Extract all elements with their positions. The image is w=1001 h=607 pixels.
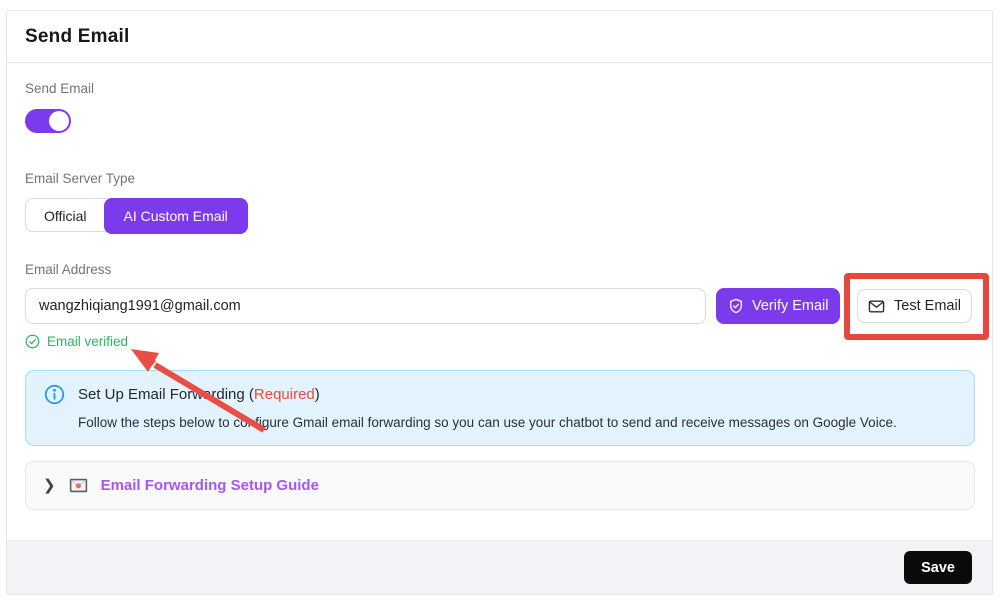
test-email-label: Test Email bbox=[894, 298, 961, 314]
info-title-row: Set Up Email Forwarding (Required) bbox=[44, 384, 954, 405]
email-verified-text: Email verified bbox=[47, 334, 128, 349]
save-button[interactable]: Save bbox=[904, 551, 972, 584]
info-circle-icon bbox=[44, 384, 65, 405]
card-footer: Save bbox=[7, 540, 992, 594]
chevron-right-icon: ❯ bbox=[43, 478, 56, 493]
info-box-title: Set Up Email Forwarding (Required) bbox=[78, 386, 320, 403]
test-email-wrapper: Test Email bbox=[857, 289, 972, 323]
email-row: Verify Email Test Email bbox=[25, 288, 972, 324]
email-server-type-label: Email Server Type bbox=[25, 171, 972, 186]
server-type-option-official[interactable]: Official bbox=[26, 199, 105, 233]
email-address-label: Email Address bbox=[25, 262, 972, 277]
love-letter-icon bbox=[69, 478, 88, 493]
verify-email-label: Verify Email bbox=[752, 298, 829, 314]
card-header: Send Email bbox=[7, 11, 992, 63]
send-email-toggle-label: Send Email bbox=[25, 81, 972, 96]
email-verified-status: Email verified bbox=[25, 334, 972, 349]
page-title: Send Email bbox=[25, 26, 129, 48]
toggle-knob bbox=[49, 111, 69, 131]
info-box-body: Follow the steps below to configure Gmai… bbox=[78, 415, 954, 430]
card-body: Send Email Email Server Type Official AI… bbox=[7, 63, 992, 510]
send-email-toggle[interactable] bbox=[25, 109, 71, 133]
email-address-input[interactable] bbox=[25, 288, 706, 324]
test-email-button[interactable]: Test Email bbox=[857, 289, 972, 323]
guide-label: Email Forwarding Setup Guide bbox=[101, 477, 319, 494]
server-type-option-ai-custom-email[interactable]: AI Custom Email bbox=[104, 198, 248, 234]
check-circle-icon bbox=[25, 334, 40, 349]
send-email-card: Send Email Send Email Email Server Type … bbox=[6, 10, 993, 595]
verify-email-button[interactable]: Verify Email bbox=[716, 288, 840, 324]
email-server-type-segmented-control: Official AI Custom Email bbox=[25, 198, 248, 232]
envelope-icon bbox=[868, 299, 885, 314]
shield-check-icon bbox=[728, 298, 744, 314]
email-forwarding-guide-toggle[interactable]: ❯ Email Forwarding Setup Guide bbox=[25, 461, 975, 510]
required-badge: Required bbox=[254, 386, 315, 403]
email-forwarding-info-box: Set Up Email Forwarding (Required) Follo… bbox=[25, 370, 975, 446]
